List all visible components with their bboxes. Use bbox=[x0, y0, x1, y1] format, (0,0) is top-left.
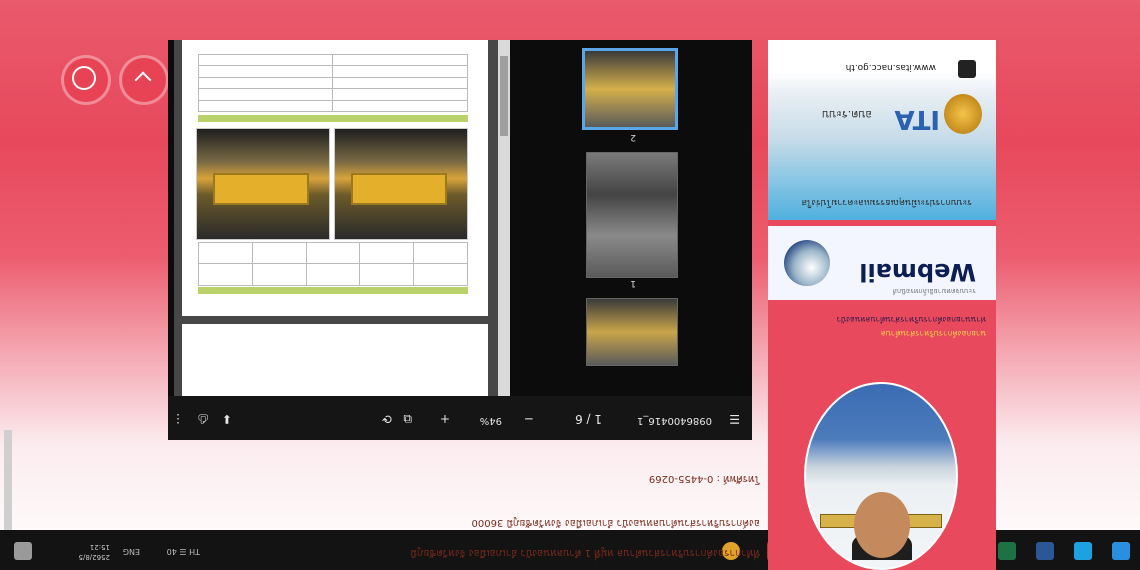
ita-link[interactable]: www.itas.nacc.go.th bbox=[846, 62, 936, 72]
vertical-scrollbar[interactable] bbox=[498, 40, 510, 396]
thumbnail-panel: 1 2 bbox=[568, 40, 698, 396]
pdf-viewer: ☰ 0986400416_1 1 / 6 − 94% + ⧉ ⟳ ⬇ ⎙ ⋮ 1… bbox=[168, 40, 752, 440]
document-table bbox=[198, 242, 468, 286]
footer-address-line3: ที่ทำการองค์การบริหารส่วนตำบล หมู่ที่ 1 … bbox=[410, 547, 760, 558]
clock-date: 15:21 bbox=[89, 543, 110, 551]
ita-banner[interactable]: ระบบการประเมินคุณธรรมและความโปร่งใส ITA … bbox=[768, 40, 996, 220]
profile-name: ท่านนายกองค์การบริหารส่วนตำบลหนองบัว bbox=[836, 315, 986, 324]
document-page-2 bbox=[182, 324, 488, 396]
share-button[interactable] bbox=[64, 58, 108, 102]
photo-banner bbox=[213, 173, 309, 205]
webmail-logo-icon bbox=[784, 240, 830, 286]
windows-icon[interactable] bbox=[1112, 542, 1130, 560]
thumbnail-3[interactable] bbox=[582, 48, 678, 130]
document-summary-table bbox=[198, 54, 468, 112]
thumbnail-number: 1 bbox=[630, 278, 636, 288]
download-button[interactable] bbox=[122, 58, 166, 102]
chevron-down-icon bbox=[134, 70, 154, 90]
webmail-subtitle: ระบบจดหมายอิเล็กทรอนิกส์ bbox=[892, 287, 976, 295]
menu-button[interactable]: ☰ bbox=[729, 412, 740, 426]
taskbar-clock[interactable]: 2562/8/5 15:21 bbox=[79, 542, 110, 562]
word-icon[interactable] bbox=[1036, 542, 1054, 560]
download-icon[interactable]: ⬇ bbox=[222, 412, 232, 426]
sidebar: นายกองค์การบริหารส่วนตำบล ท่านนายกองค์กา… bbox=[768, 40, 996, 570]
page-scrollbar[interactable] bbox=[4, 430, 12, 530]
profile-photo bbox=[804, 382, 958, 570]
screen: TH ☰ 40 ENG 2562/8/5 15:21 ที่ทำการองค์ก… bbox=[0, 0, 1140, 570]
photo-banner bbox=[351, 173, 447, 205]
profile-title: นายกองค์การบริหารส่วนตำบล bbox=[880, 329, 986, 338]
notification-icon[interactable] bbox=[14, 542, 32, 560]
document-page-1 bbox=[182, 40, 488, 316]
tray-language[interactable]: ENG bbox=[123, 547, 140, 556]
ie-icon[interactable] bbox=[1074, 542, 1092, 560]
viewer-toolbar: ☰ 0986400416_1 1 / 6 − 94% + ⧉ ⟳ ⬇ ⎙ ⋮ bbox=[168, 396, 752, 440]
scrollbar-thumb[interactable] bbox=[500, 56, 508, 136]
tray-extra: TH ☰ 40 bbox=[166, 547, 200, 556]
face bbox=[854, 492, 910, 558]
zoom-in-button[interactable]: + bbox=[440, 412, 450, 426]
print-icon[interactable]: ⎙ bbox=[198, 411, 208, 426]
webmail-link[interactable]: Webmail ระบบจดหมายอิเล็กทรอนิกส์ bbox=[768, 226, 996, 300]
table-header-bar bbox=[198, 115, 468, 122]
document-pages bbox=[174, 40, 510, 396]
government-seal-icon bbox=[944, 94, 982, 134]
thumbnail-1[interactable] bbox=[586, 298, 678, 366]
ita-logo-text: ITA bbox=[894, 104, 940, 134]
ita-subtitle: อบต.ระบบ bbox=[821, 108, 872, 121]
table-header-bar bbox=[198, 287, 468, 294]
zoom-out-button[interactable]: − bbox=[524, 412, 534, 426]
excel-icon[interactable] bbox=[998, 542, 1016, 560]
document-photo-2 bbox=[196, 128, 330, 240]
footer-address-line2: องค์การบริหารส่วนตำบลหนองบัว อำเภอเมือง … bbox=[471, 517, 761, 528]
circle-icon bbox=[72, 66, 96, 90]
thumbnail-number: 2 bbox=[630, 132, 636, 142]
link-icon bbox=[958, 60, 976, 78]
fit-page-icon[interactable]: ⧉ bbox=[403, 411, 412, 426]
rotate-icon[interactable]: ⟳ bbox=[382, 412, 392, 426]
footer-phone: โทรศัพท์ : 0-4455-0269 bbox=[648, 473, 760, 484]
ita-caption: ระบบการประเมินคุณธรรมและความโปร่งใส bbox=[801, 197, 972, 207]
more-icon[interactable]: ⋮ bbox=[172, 412, 184, 426]
page-indicator[interactable]: 1 / 6 bbox=[575, 412, 602, 426]
document-photo-1 bbox=[334, 128, 468, 240]
thumbnail-2[interactable] bbox=[586, 152, 678, 278]
webmail-title: Webmail bbox=[859, 258, 976, 286]
clock-time: 2562/8/5 bbox=[78, 553, 110, 561]
zoom-level: 94% bbox=[479, 415, 502, 426]
filename: 0986400416_1 bbox=[637, 415, 712, 426]
